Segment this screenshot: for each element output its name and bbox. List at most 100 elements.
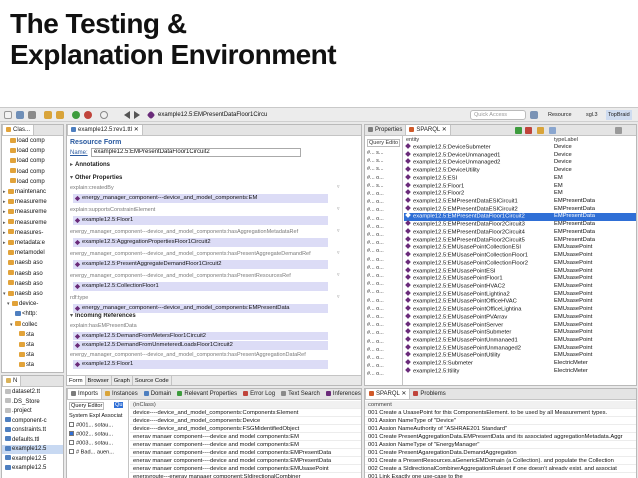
new-icon[interactable]	[4, 111, 12, 119]
result-row[interactable]: example12.5:EMUsasePointOfficeHVAC EMUsas…	[404, 297, 636, 306]
query-item[interactable]: #... s...	[367, 158, 384, 164]
tree-item[interactable]: naesb aso	[2, 280, 43, 289]
query-item[interactable]: #... o...	[367, 248, 384, 254]
tree-item[interactable]: ▸ measureme	[2, 198, 47, 207]
save-icon[interactable]	[16, 111, 24, 119]
query-item[interactable]: #... o...	[367, 199, 384, 205]
tab-problems[interactable]: Problems	[410, 389, 448, 399]
checkbox-icon[interactable]	[69, 449, 74, 454]
comment-row[interactable]: 001 Assion NameType of "EnergyManager"	[365, 441, 636, 449]
back-arrow-icon[interactable]	[124, 111, 130, 119]
checkbox-icon[interactable]	[69, 440, 74, 445]
file-item[interactable]: example12.5	[2, 464, 63, 473]
tree-item[interactable]: load comp	[2, 168, 45, 177]
property-value[interactable]: energy_manager_component---device_and_mo…	[73, 304, 328, 313]
tab-bottom-3[interactable]: Relevant Properties	[174, 389, 240, 399]
property-value[interactable]: example12.5:PresentAggregateDemandFloor1…	[73, 260, 328, 269]
query-item[interactable]: #... o...	[367, 306, 384, 312]
query-item[interactable]: #... o...	[367, 257, 384, 263]
other-properties-section[interactable]: ▾ Other Properties	[70, 174, 122, 181]
tree-item[interactable]: naesb aso	[2, 259, 43, 268]
result-row[interactable]: example12.5:EMUsasePointESI EMUsasePoint	[404, 266, 636, 276]
file-item[interactable]: example12.5	[2, 455, 63, 464]
tab-bottom-sparql[interactable]: SPARQL ✕	[365, 389, 411, 399]
class-result-row[interactable]: device----device_and_model_components:De…	[130, 417, 361, 425]
file-item[interactable]: .DS_Store	[2, 398, 63, 407]
tree-item[interactable]: sta	[2, 331, 34, 340]
tab-resource-file[interactable]: example12.5:rev1.ttl ✕	[67, 125, 143, 135]
comment-row[interactable]: 001 Create PresentAgaregationData.Demand…	[365, 449, 636, 457]
property-value[interactable]: example12.5:CollectionFloor1	[73, 282, 328, 291]
class-result-row[interactable]: enerav manaer component----device and mo…	[130, 449, 361, 457]
file-item[interactable]: .project	[2, 407, 63, 416]
comment-header[interactable]: comment	[365, 401, 636, 409]
result-row[interactable]: example12.5:EMUsasePointUnmanaged2 EMUsas…	[404, 343, 636, 353]
tab-properties[interactable]: Properties	[365, 125, 405, 135]
result-row[interactable]: example12.5:Floor1 EM	[404, 181, 636, 191]
class-result-row[interactable]: enerav manaer component----device and mo…	[130, 433, 361, 441]
file-item[interactable]: example12.5	[2, 445, 63, 454]
tab-classes[interactable]: Clas...	[2, 125, 35, 135]
stop-query-icon[interactable]	[525, 127, 532, 134]
query-item[interactable]: #... o...	[367, 240, 384, 246]
result-row[interactable]: example12.5:EMUsasePointSubmeter EMUsaseP…	[404, 328, 636, 337]
copy-icon[interactable]	[549, 127, 556, 134]
tab-bottom-1[interactable]: Instances	[102, 389, 141, 399]
bottom-query-item[interactable]: System Expl Associat	[69, 413, 122, 419]
comment-row[interactable]: 001 Assion NameAuthority of "ASHRAE201 S…	[365, 425, 636, 433]
bottom-query-tab[interactable]: Qu	[114, 402, 124, 408]
tree-item[interactable]: load comp	[2, 178, 45, 187]
class-result-row[interactable]: enerav manaer component----device and mo…	[130, 465, 361, 473]
tab-bottom-0[interactable]: Imports	[67, 389, 103, 399]
query-item[interactable]: #... s...	[367, 150, 384, 156]
comment-row[interactable]: 001 Create PresentAggregationData.EMPres…	[365, 433, 636, 441]
tree-item[interactable]: ▸ maintenanc	[2, 188, 46, 197]
result-row[interactable]: example12.5:EMPresentDataFloor2Circuit3 E…	[404, 220, 636, 229]
redo-icon[interactable]	[56, 111, 64, 119]
name-input[interactable]: example12.5:EMPresentDataFloor1Circuit2	[91, 148, 301, 157]
tree-item[interactable]: metamodel	[2, 249, 45, 258]
query-item[interactable]: #... o...	[367, 371, 384, 377]
result-row[interactable]: example12.5:DeviceUtility Device	[404, 166, 636, 175]
file-item[interactable]: constraints.tt	[2, 426, 63, 435]
debug-icon[interactable]	[84, 111, 92, 119]
file-item[interactable]: dataset2.tt	[2, 388, 63, 397]
result-row[interactable]: example12.5:EMPresentDataFloor2Circuit4 E…	[404, 228, 636, 237]
add-value-icon[interactable]: ▿	[337, 251, 343, 256]
query-item[interactable]: #... o...	[367, 207, 384, 213]
result-row[interactable]: example12.5:EMPresentDataESICircuit2 EMPr…	[404, 204, 636, 214]
tab-source-code[interactable]: Source Code	[133, 376, 172, 385]
perspective-resource[interactable]: Resource	[546, 110, 574, 120]
result-row[interactable]: example12.5:Floor2 EM	[404, 189, 636, 198]
view-menu-icon[interactable]	[615, 127, 622, 134]
print-icon[interactable]	[28, 111, 36, 119]
tree-item[interactable]: ▾ naesb aso	[2, 290, 43, 299]
result-row[interactable]: example12.5:EMUsasePointCollectionESI EMU…	[404, 243, 636, 252]
search-icon[interactable]	[100, 111, 108, 119]
query-item[interactable]: #... o...	[367, 175, 384, 181]
incoming-references-section[interactable]: ▾ Incoming References	[70, 312, 136, 319]
query-item[interactable]: #... o...	[367, 289, 384, 295]
class-result-row[interactable]: device----device_and_model_components:FS…	[130, 425, 361, 433]
result-row[interactable]: example12.5:EMPresentDataFloor1Circuit2 E…	[404, 212, 636, 222]
add-value-icon[interactable]: ▿	[337, 207, 343, 212]
tree-item[interactable]: naesb aso	[2, 270, 43, 279]
result-row[interactable]: example12.5:DeviceUnmanaged2 Device	[404, 158, 636, 167]
query-item[interactable]: #... o...	[367, 224, 384, 230]
tree-item[interactable]: ▸ metadata:e	[2, 239, 45, 248]
query-item[interactable]: #... o...	[367, 339, 384, 345]
annotations-section[interactable]: ▸ Annotations	[70, 161, 110, 168]
comment-row[interactable]: 002 Create a SIdirectionalCombinerAggreg…	[365, 465, 636, 473]
query-item[interactable]: #... s...	[367, 166, 384, 172]
tab-browser[interactable]: Browser	[86, 376, 112, 385]
result-row[interactable]: example12.5:EMUsasePointLightina2 EMUsase…	[404, 289, 636, 299]
tab-bottom-4[interactable]: Error Log	[240, 389, 278, 399]
tree-item[interactable]: <http:	[2, 310, 37, 319]
query-item[interactable]: #... o...	[367, 363, 384, 369]
checkbox-icon[interactable]	[69, 422, 74, 427]
comment-row[interactable]: 001 Link Exactly one use-case to the	[365, 473, 636, 478]
bottom-query-item[interactable]: #002... sotau...	[69, 431, 113, 438]
file-item[interactable]: defaults.ttl	[2, 436, 63, 445]
tree-item[interactable]: sta	[2, 341, 34, 350]
query-item[interactable]: #... o...	[367, 273, 384, 279]
